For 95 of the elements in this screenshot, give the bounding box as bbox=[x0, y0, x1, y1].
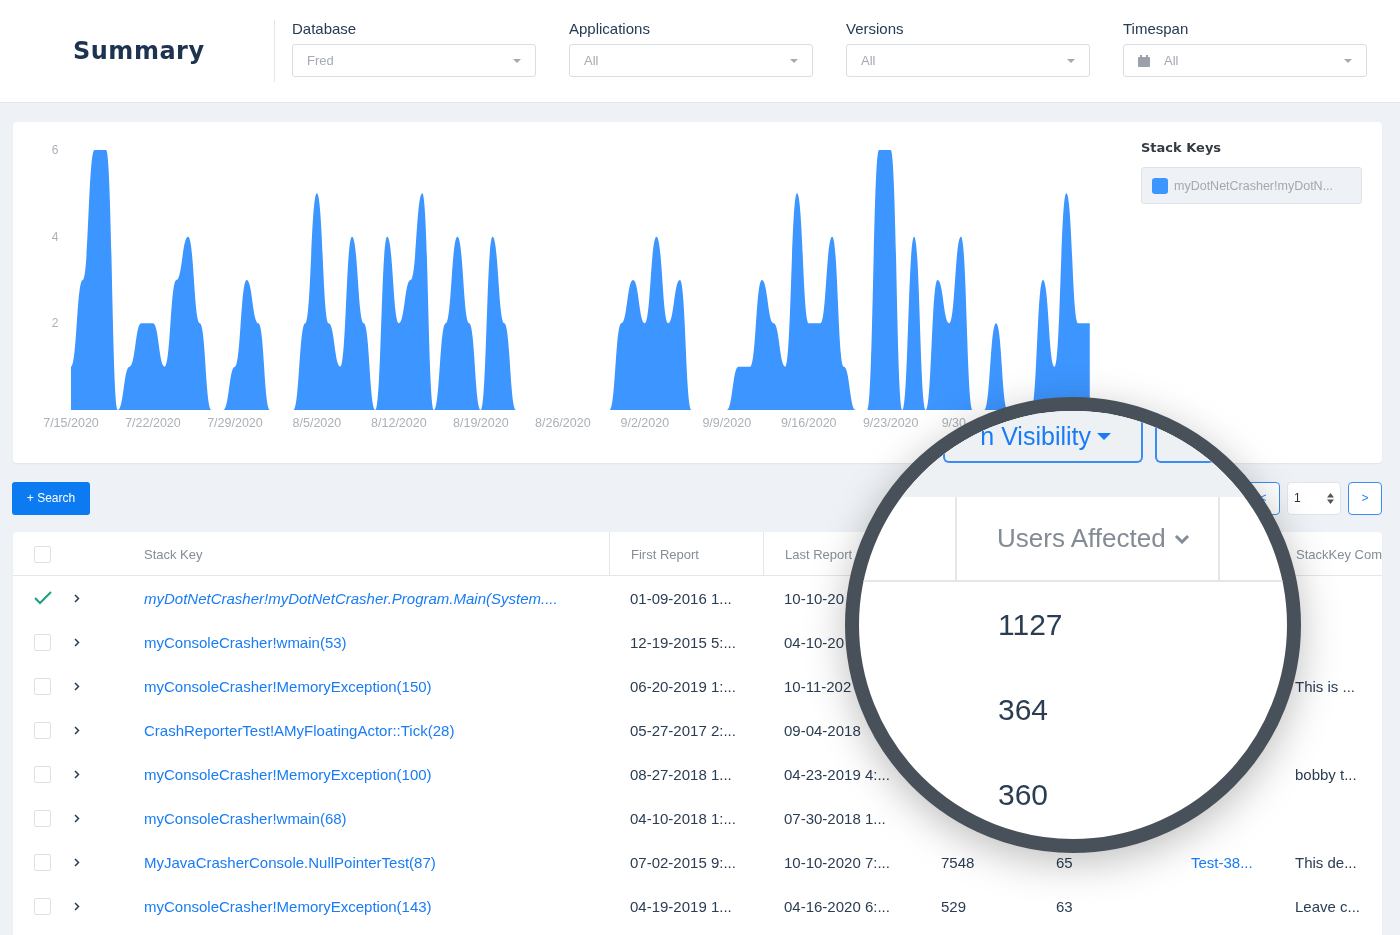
axis-label: 7/22/2020 bbox=[125, 416, 181, 430]
dropdown[interactable]: All bbox=[846, 44, 1090, 77]
axis-label: 6 bbox=[51, 143, 59, 157]
page-input[interactable]: 1 bbox=[1287, 481, 1341, 515]
calendar-icon bbox=[1138, 54, 1150, 67]
table-cell-text: 05-27-2017 2:... bbox=[629, 721, 737, 739]
stack-key-link[interactable]: myConsoleCrasher!MemoryException(143) bbox=[130, 897, 609, 915]
field-label: Database bbox=[292, 20, 358, 38]
dropdown[interactable]: All bbox=[569, 44, 813, 77]
axis-label: 9/9/2020 bbox=[702, 416, 752, 430]
table-cell-text: 04-16-2020 6:... bbox=[783, 897, 891, 915]
stack-key-link[interactable]: myConsoleCrasher!wmain(68) bbox=[130, 809, 609, 827]
column-header[interactable]: Users Affected bbox=[997, 523, 1166, 554]
dropdown[interactable]: All bbox=[1123, 44, 1367, 77]
table-cell-text: 04-10-20 bbox=[783, 633, 846, 651]
caret-icon bbox=[1067, 58, 1075, 63]
caret-icon bbox=[1344, 58, 1352, 63]
checkbox[interactable] bbox=[34, 809, 51, 827]
ticket-link[interactable]: Test-38... bbox=[1170, 853, 1280, 871]
table-cell-text: 65 bbox=[1055, 853, 1074, 871]
table-cell: 364 bbox=[998, 692, 1049, 727]
axis-label: 9/16/2020 bbox=[780, 416, 837, 430]
table-cell-text: 529 bbox=[940, 897, 968, 915]
table-cell-text: This de... bbox=[1294, 853, 1358, 871]
dropdown[interactable]: Fred bbox=[292, 44, 536, 77]
axis-label: 9/23/2020 bbox=[862, 416, 919, 430]
column-header[interactable]: First Report bbox=[631, 546, 699, 562]
caret-icon bbox=[790, 58, 798, 63]
caret-icon bbox=[1097, 432, 1111, 440]
table-cell-text: 04-19-2019 1... bbox=[629, 897, 733, 915]
chevron-right-icon[interactable] bbox=[74, 813, 80, 823]
spinner-icon bbox=[1327, 492, 1334, 504]
legend-title: Stack Keys bbox=[1141, 140, 1223, 155]
table-cell: 1127 bbox=[998, 607, 1063, 642]
table-cell-text: 07-30-2018 1... bbox=[783, 809, 887, 827]
table-cell-text: 06-20-2019 1:... bbox=[629, 677, 737, 695]
axis-label: 9/30 bbox=[941, 416, 966, 430]
axis-label: 7/15/2020 bbox=[43, 416, 99, 430]
column-header[interactable]: Last Report bbox=[785, 546, 853, 562]
axis-label: 7/29/2020 bbox=[207, 416, 263, 430]
checkbox[interactable] bbox=[34, 721, 51, 739]
checkbox[interactable] bbox=[34, 765, 51, 783]
table-cell-text: 01-09-2016 1... bbox=[629, 589, 733, 607]
stack-key-link[interactable]: myConsoleCrasher!MemoryException(100) bbox=[130, 765, 609, 783]
stack-key-link[interactable]: myDotNetCrasher!myDotNetCrasher.Program.Main(System.... bbox=[130, 589, 609, 607]
chevron-right-icon[interactable] bbox=[74, 769, 80, 779]
checkbox[interactable] bbox=[34, 633, 51, 651]
table-cell-text: 10-11-202 bbox=[783, 677, 853, 695]
page-title: Summary bbox=[72, 37, 206, 65]
field-label: Applications bbox=[569, 20, 651, 38]
column-header[interactable]: Stack Key bbox=[144, 546, 203, 562]
table-cell-text: 09-04-2018 bbox=[783, 721, 862, 739]
table-cell-text: 12-19-2015 5:... bbox=[629, 633, 737, 651]
axis-label: 2 bbox=[51, 316, 59, 331]
axis-label: 8/26/2020 bbox=[535, 416, 591, 430]
stack-key-link[interactable]: CrashReporterTest!AMyFloatingActor::Tick(28) bbox=[130, 721, 609, 739]
table-cell-text: Leave c... bbox=[1294, 897, 1362, 915]
field-label: Versions bbox=[846, 20, 905, 38]
table-cell: 360 bbox=[998, 777, 1049, 812]
table-cell-text: This is ... bbox=[1294, 677, 1356, 695]
table-cell-text: 63 bbox=[1055, 897, 1074, 915]
axis-label: 8/12/2020 bbox=[371, 416, 427, 430]
chevron-down-icon bbox=[1173, 533, 1190, 544]
table-cell-text: 04-23-2019 4:... bbox=[783, 765, 891, 783]
checkbox[interactable] bbox=[34, 853, 51, 871]
checkbox[interactable] bbox=[34, 677, 51, 695]
chevron-right-icon[interactable] bbox=[74, 681, 80, 691]
table-cell-text: bobby t... bbox=[1294, 765, 1358, 783]
table-cell-text: 10-10-20 bbox=[783, 589, 846, 607]
chevron-right-icon[interactable] bbox=[74, 593, 80, 603]
axis-label: 9/2/2020 bbox=[620, 416, 670, 430]
stack-key-link[interactable]: MyJavaCrasherConsole.NullPointerTest(87) bbox=[130, 853, 609, 871]
checkbox[interactable] bbox=[34, 897, 51, 915]
axis-label: 8/19/2020 bbox=[453, 416, 509, 430]
table-cell-text: 04-10-2018 1:... bbox=[629, 809, 737, 827]
axis-label: 4 bbox=[51, 229, 59, 244]
checkmark-icon[interactable] bbox=[34, 591, 52, 605]
next-page-button[interactable]: > bbox=[1348, 481, 1382, 515]
legend-item[interactable]: myDotNetCrasher!myDotN... bbox=[1141, 167, 1362, 204]
table-cell-text: 7548 bbox=[940, 853, 976, 871]
axis-label: 8/5/2020 bbox=[292, 416, 342, 430]
chevron-right-icon[interactable] bbox=[74, 901, 80, 911]
caret-icon bbox=[513, 58, 521, 63]
chevron-right-icon[interactable] bbox=[74, 637, 80, 647]
table-cell-text: 08-27-2018 1... bbox=[629, 765, 733, 783]
checkbox[interactable] bbox=[34, 545, 51, 563]
column-header[interactable]: StackKey Com bbox=[1296, 546, 1382, 562]
table-cell-text: 07-02-2015 9:... bbox=[629, 853, 737, 871]
stack-key-link[interactable]: myConsoleCrasher!MemoryException(150) bbox=[130, 677, 609, 695]
table-cell-text: 10-10-2020 7:... bbox=[783, 853, 891, 871]
field-label: Timespan bbox=[1123, 20, 1190, 38]
chevron-right-icon[interactable] bbox=[74, 857, 80, 867]
chevron-right-icon[interactable] bbox=[74, 725, 80, 735]
search-button[interactable]: + Search bbox=[12, 481, 90, 515]
stack-key-link[interactable]: myConsoleCrasher!wmain(53) bbox=[130, 633, 609, 651]
